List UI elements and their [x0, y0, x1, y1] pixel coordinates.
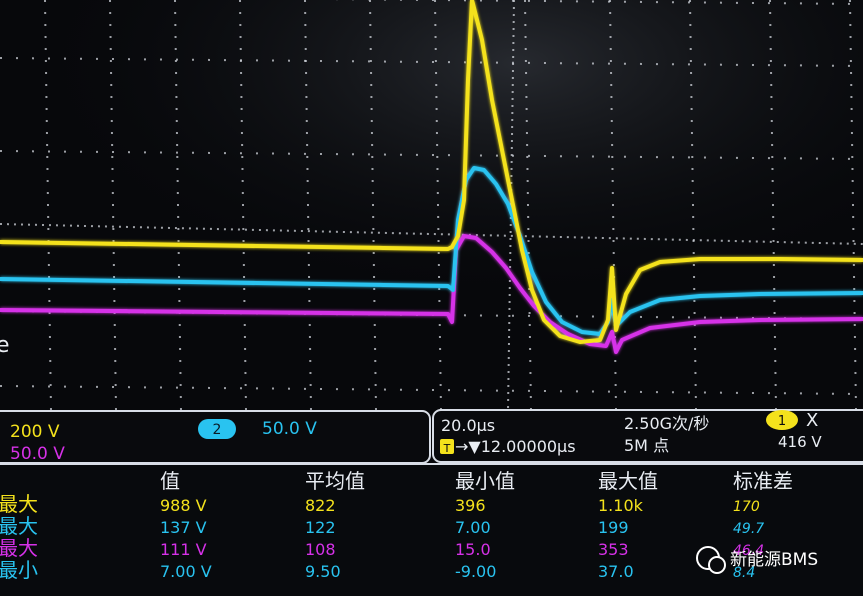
measurement-row-label: 最大	[0, 536, 38, 560]
ch2-badge-label: 2	[213, 422, 222, 438]
sample-rate: 2.50G次/秒	[624, 414, 709, 433]
time-per-division: 20.0μs	[441, 416, 495, 435]
measurement-header: 值	[160, 469, 180, 493]
watermark-text: 新能源BMS	[730, 550, 818, 570]
measurement-header: 平均值	[305, 469, 365, 493]
ch1-scale-readout: 200 V	[10, 422, 60, 442]
measurement-mean: 9.50	[305, 562, 341, 581]
measurement-min: 396	[455, 496, 486, 515]
watermark: 新能源BMS	[696, 546, 818, 574]
measurement-mean: 108	[305, 540, 336, 559]
left-edge-marker: e	[0, 333, 10, 358]
measurement-max: 37.0	[598, 562, 634, 581]
measurement-header: 标准差	[733, 469, 793, 493]
measurement-header: 最小值	[455, 469, 515, 493]
measurement-row-label: 最大	[0, 492, 38, 516]
measurement-min: -9.00	[455, 562, 496, 581]
measurement-min: 7.00	[455, 518, 491, 537]
measurement-max: 199	[598, 518, 629, 537]
measurement-value: 137 V	[160, 518, 207, 537]
wechat-icon-bubble	[708, 556, 726, 574]
measurement-value: 7.00 V	[160, 562, 212, 581]
trigger-icon-label: T	[443, 442, 451, 455]
measurement-value: 111 V	[160, 540, 207, 559]
ch3-scale-readout: 50.0 V	[10, 444, 65, 464]
trigger-slope-icon: X	[806, 410, 818, 431]
measurement-row-label: 最小	[0, 558, 38, 582]
measurement-std: 49.7	[733, 521, 764, 537]
measurement-mean: 122	[305, 518, 336, 537]
measurement-max: 1.10k	[598, 496, 644, 515]
oscilloscope-photo: e 200 V 50.0 V 2 50.0 V 20.0μs T →▼12.00…	[0, 0, 863, 596]
measurement-min: 15.0	[455, 540, 491, 559]
record-length: 5M 点	[624, 436, 669, 455]
measurement-max: 353	[598, 540, 629, 559]
measurement-header: 最大值	[598, 469, 658, 493]
measurement-row-label: 最大	[0, 514, 38, 538]
ch2-scale-readout: 50.0 V	[262, 419, 317, 439]
screen-glare	[0, 0, 863, 420]
trigger-source-label: 1	[778, 414, 786, 429]
measurement-value: 988 V	[160, 496, 207, 515]
trigger-delay: →▼12.00000μs	[455, 437, 576, 456]
measurement-std: 170	[733, 499, 760, 515]
trigger-level: 416 V	[778, 433, 822, 451]
measurement-mean: 822	[305, 496, 336, 515]
